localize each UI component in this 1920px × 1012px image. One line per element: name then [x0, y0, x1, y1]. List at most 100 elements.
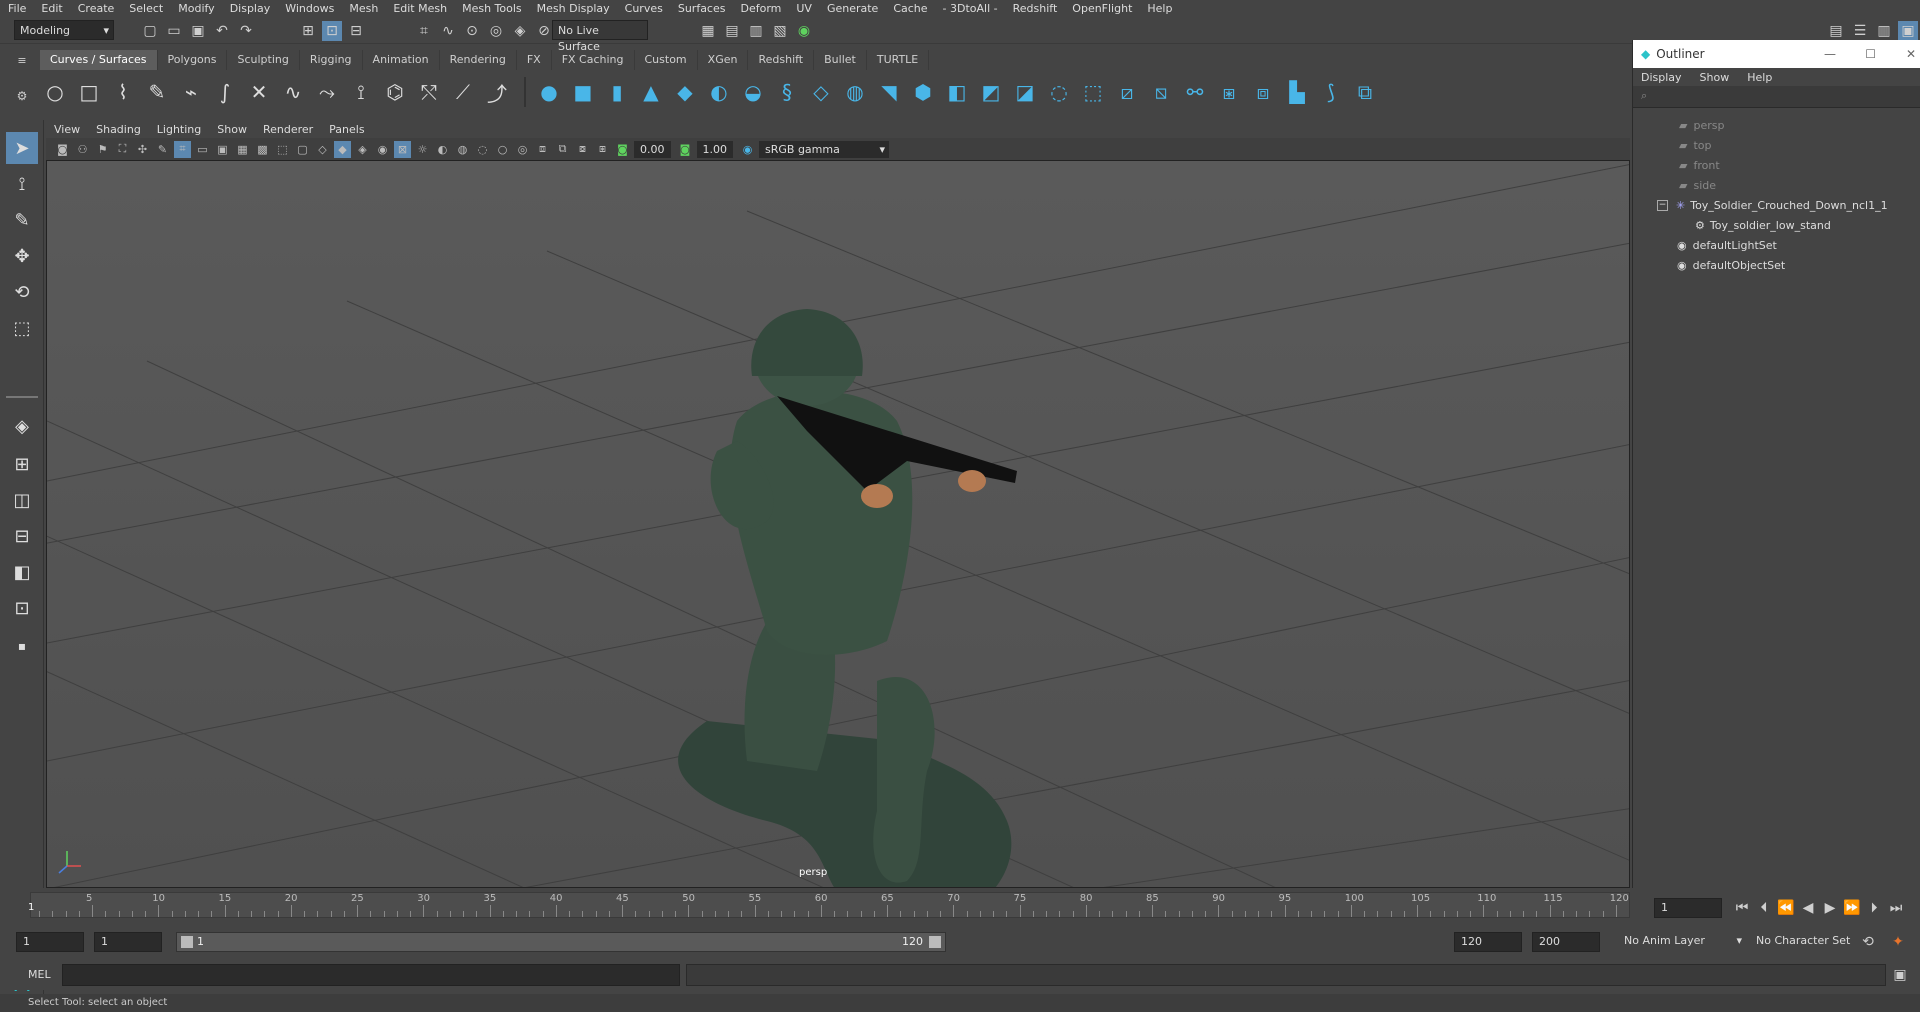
- viewport-menu-show[interactable]: Show: [217, 123, 247, 136]
- anti-aliasing-icon[interactable]: ○: [494, 141, 511, 158]
- range-slider[interactable]: 1 120: [176, 932, 946, 952]
- bookmark-icon[interactable]: ⚑: [94, 141, 111, 158]
- nurbs-plane-icon[interactable]: ◆: [670, 77, 700, 107]
- shelf-tab-curves-surfaces[interactable]: Curves / Surfaces: [40, 50, 158, 70]
- scene-end-field[interactable]: 200: [1532, 932, 1600, 952]
- new-scene-icon[interactable]: ▢: [140, 21, 160, 41]
- stitch-icon[interactable]: ⧉: [1350, 77, 1380, 107]
- menu-uv[interactable]: UV: [796, 2, 812, 15]
- outliner-menu-help[interactable]: Help: [1747, 71, 1772, 84]
- menu-windows[interactable]: Windows: [285, 2, 334, 15]
- xray-active-icon[interactable]: ⧇: [574, 141, 591, 158]
- outliner-menu-display[interactable]: Display: [1641, 71, 1682, 84]
- hypershade-layout-icon[interactable]: ◧: [6, 556, 38, 588]
- select-tool-icon[interactable]: ➤: [6, 132, 38, 164]
- exposure-field[interactable]: 0.00: [634, 140, 671, 158]
- shelf-tab-xgen[interactable]: XGen: [698, 50, 749, 70]
- menu-redshift[interactable]: Redshift: [1013, 2, 1058, 15]
- wireframe-on-shaded-icon[interactable]: ◈: [354, 141, 371, 158]
- outliner-item-default-light-set[interactable]: ◉ defaultLightSet: [1677, 236, 1777, 254]
- scale-tool-icon[interactable]: ⬚: [6, 312, 38, 344]
- extrude-icon[interactable]: ◍: [840, 77, 870, 107]
- shelf-tab-rendering[interactable]: Rendering: [440, 50, 517, 70]
- menu-mesh[interactable]: Mesh: [349, 2, 378, 15]
- shelf-tab-fx-caching[interactable]: FX Caching: [552, 50, 635, 70]
- outliner-item-toy-soldier-group[interactable]: − ✳ Toy_Soldier_Crouched_Down_ncl1_1: [1657, 196, 1888, 214]
- nurbs-square-icon[interactable]: □: [74, 77, 104, 107]
- outliner-search-bar[interactable]: ⌕: [1633, 86, 1920, 108]
- shelf-tab-fx[interactable]: FX: [517, 50, 552, 70]
- xray-joints-icon[interactable]: ⧆: [594, 141, 611, 158]
- time-slider-track[interactable]: 5 10 15 20 25 30 35 40 45 50 55 60 65 70 75 80 85 90 95 100…: [30, 892, 1630, 918]
- outliner-item-toy-soldier-mesh[interactable]: ⚙ Toy_soldier_low_stand: [1695, 216, 1831, 234]
- step-back-key-icon[interactable]: ⏪: [1776, 898, 1796, 918]
- single-perspective-layout-icon[interactable]: ◈: [6, 410, 38, 442]
- textured-icon[interactable]: ⊠: [394, 140, 411, 158]
- gate-mask-icon[interactable]: ▦: [234, 141, 251, 158]
- outliner-item-top[interactable]: ▰ top: [1679, 136, 1712, 154]
- shelf-tab-animation[interactable]: Animation: [363, 50, 440, 70]
- resolution-gate-icon[interactable]: ▣: [214, 141, 231, 158]
- redo-icon[interactable]: ↷: [236, 21, 256, 41]
- snap-live-icon[interactable]: ⊘: [534, 21, 554, 41]
- viewport-menu-panels[interactable]: Panels: [329, 123, 364, 136]
- open-scene-icon[interactable]: ▭: [164, 21, 184, 41]
- shelf-tab-sculpting[interactable]: Sculpting: [227, 50, 300, 70]
- menu-modify[interactable]: Modify: [178, 2, 214, 15]
- save-scene-icon[interactable]: ▣: [188, 21, 208, 41]
- planar-icon[interactable]: ◇: [806, 77, 836, 107]
- menu-mesh-tools[interactable]: Mesh Tools: [462, 2, 522, 15]
- playback-start-field[interactable]: 1: [94, 932, 162, 952]
- auto-key-icon[interactable]: ⟲: [1858, 932, 1878, 952]
- select-hierarchy-icon[interactable]: ⊞: [298, 21, 318, 41]
- safe-title-icon[interactable]: ▢: [294, 141, 311, 158]
- surface-editing-icon[interactable]: ⟆: [1316, 77, 1346, 107]
- menu-mesh-display[interactable]: Mesh Display: [537, 2, 610, 15]
- outliner-item-front[interactable]: ▰ front: [1679, 156, 1720, 174]
- preferences-icon[interactable]: ✦: [1888, 932, 1908, 952]
- menu-help[interactable]: Help: [1147, 2, 1172, 15]
- range-end-handle[interactable]: [929, 936, 941, 948]
- persp-graph-layout-icon[interactable]: ⊟: [6, 520, 38, 552]
- gamma-field[interactable]: 1.00: [696, 140, 733, 158]
- pencil-curve-icon[interactable]: ⌁: [176, 77, 206, 107]
- nurbs-circle-icon[interactable]: ○: [40, 77, 70, 107]
- snap-view-icon[interactable]: ◎: [486, 21, 506, 41]
- birail-icon[interactable]: ◥: [874, 77, 904, 107]
- smooth-shade-icon[interactable]: ◆: [334, 140, 351, 158]
- render-frame-icon[interactable]: ▤: [722, 21, 742, 41]
- close-icon[interactable]: ✕: [1906, 47, 1916, 61]
- insert-isoparm-icon[interactable]: ⧄: [1112, 77, 1142, 107]
- bevel-icon[interactable]: ⬢: [908, 77, 938, 107]
- command-input[interactable]: [62, 964, 680, 986]
- grease-pencil-icon[interactable]: ✎: [154, 141, 171, 158]
- menu-3dtoall[interactable]: - 3DtoAll -: [943, 2, 998, 15]
- menu-select[interactable]: Select: [129, 2, 163, 15]
- time-slider[interactable]: 5 10 15 20 25 30 35 40 45 50 55 60 65 70 75 80 85 90 95 100…: [0, 888, 1632, 924]
- safe-action-icon[interactable]: ⬚: [274, 141, 291, 158]
- gamma-icon[interactable]: ◙: [677, 141, 694, 158]
- menu-cache[interactable]: Cache: [893, 2, 927, 15]
- ep-curve-icon[interactable]: ✎: [142, 77, 172, 107]
- persp-outliner-layout-icon[interactable]: ◫: [6, 484, 38, 516]
- collapse-icon[interactable]: −: [1657, 199, 1668, 211]
- viewport-menu-view[interactable]: View: [54, 123, 80, 136]
- default-material-icon[interactable]: ◉: [374, 141, 391, 158]
- render-view-icon[interactable]: ▦: [698, 21, 718, 41]
- viewport-menu-shading[interactable]: Shading: [96, 123, 141, 136]
- menu-file[interactable]: File: [8, 2, 26, 15]
- select-object-icon[interactable]: ⊡: [322, 21, 342, 41]
- untrim-icon[interactable]: ◌: [1044, 77, 1074, 107]
- undo-icon[interactable]: ↶: [212, 21, 232, 41]
- extend-surface-icon[interactable]: ⬚: [1078, 77, 1108, 107]
- menu-openflight[interactable]: OpenFlight: [1072, 2, 1132, 15]
- shelf-settings-icon[interactable]: ⚙: [12, 86, 32, 106]
- shelf-tab-redshift[interactable]: Redshift: [748, 50, 815, 70]
- snap-point-icon[interactable]: ⊙: [462, 21, 482, 41]
- open-close-icon[interactable]: ⧆: [1214, 77, 1244, 107]
- play-forwards-icon[interactable]: ▶: [1820, 898, 1840, 918]
- field-chart-icon[interactable]: ▩: [254, 141, 271, 158]
- perspective-viewport[interactable]: persp: [46, 160, 1630, 888]
- extend-curve-icon[interactable]: ⌬: [380, 77, 410, 107]
- nurbs-cone-icon[interactable]: ▲: [636, 77, 666, 107]
